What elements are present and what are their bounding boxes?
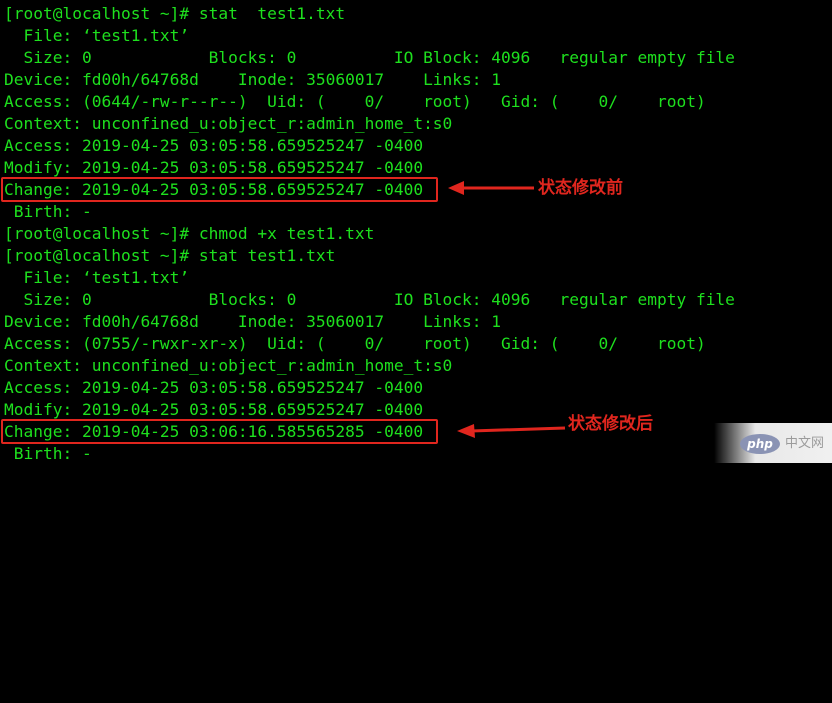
watermark-site-text: 中文网	[785, 436, 825, 451]
terminal-line-access-time-2: Access: 2019-04-25 03:05:58.659525247 -0…	[4, 378, 424, 397]
arrow-left-icon	[457, 424, 566, 438]
annotation-before-label: 状态修改前	[538, 178, 623, 198]
terminal-line-access-perm-2: Access: (0755/-rwxr-xr-x) Uid: ( 0/ root…	[4, 334, 706, 353]
terminal-window[interactable]: [root@localhost ~]# stat test1.txt File:…	[0, 0, 832, 463]
terminal-line-modify-time-2: Modify: 2019-04-25 03:05:58.659525247 -0…	[4, 400, 424, 419]
terminal-line-prompt-chmod: [root@localhost ~]# chmod +x test1.txt	[4, 224, 375, 243]
highlight-box-change-after	[1, 419, 438, 444]
terminal-line-size-2: Size: 0 Blocks: 0 IO Block: 4096 regular…	[4, 290, 735, 309]
terminal-line-modify-time-1: Modify: 2019-04-25 03:05:58.659525247 -0…	[4, 158, 424, 177]
php-logo-icon: php	[740, 434, 780, 454]
terminal-line-access-perm-1: Access: (0644/-rw-r--r--) Uid: ( 0/ root…	[4, 92, 706, 111]
terminal-line-size-1: Size: 0 Blocks: 0 IO Block: 4096 regular…	[4, 48, 735, 67]
watermark: php 中文网	[714, 423, 832, 463]
terminal-line-file-2: File: ‘test1.txt’	[4, 268, 190, 287]
terminal-line-birth-2: Birth: -	[4, 444, 92, 463]
terminal-line-file-1: File: ‘test1.txt’	[4, 26, 190, 45]
terminal-line-prompt-stat-1: [root@localhost ~]# stat test1.txt	[4, 4, 346, 23]
terminal-line-device-1: Device: fd00h/64768d Inode: 35060017 Lin…	[4, 70, 502, 89]
arrow-left-icon	[448, 181, 534, 195]
annotation-after-label: 状态修改后	[568, 414, 653, 434]
terminal-line-birth-1: Birth: -	[4, 202, 92, 221]
terminal-line-context-1: Context: unconfined_u:object_r:admin_hom…	[4, 114, 453, 133]
highlight-box-change-before	[1, 177, 438, 202]
terminal-line-prompt-stat-2: [root@localhost ~]# stat test1.txt	[4, 246, 336, 265]
terminal-line-context-2: Context: unconfined_u:object_r:admin_hom…	[4, 356, 453, 375]
terminal-line-access-time-1: Access: 2019-04-25 03:05:58.659525247 -0…	[4, 136, 424, 155]
terminal-line-device-2: Device: fd00h/64768d Inode: 35060017 Lin…	[4, 312, 502, 331]
